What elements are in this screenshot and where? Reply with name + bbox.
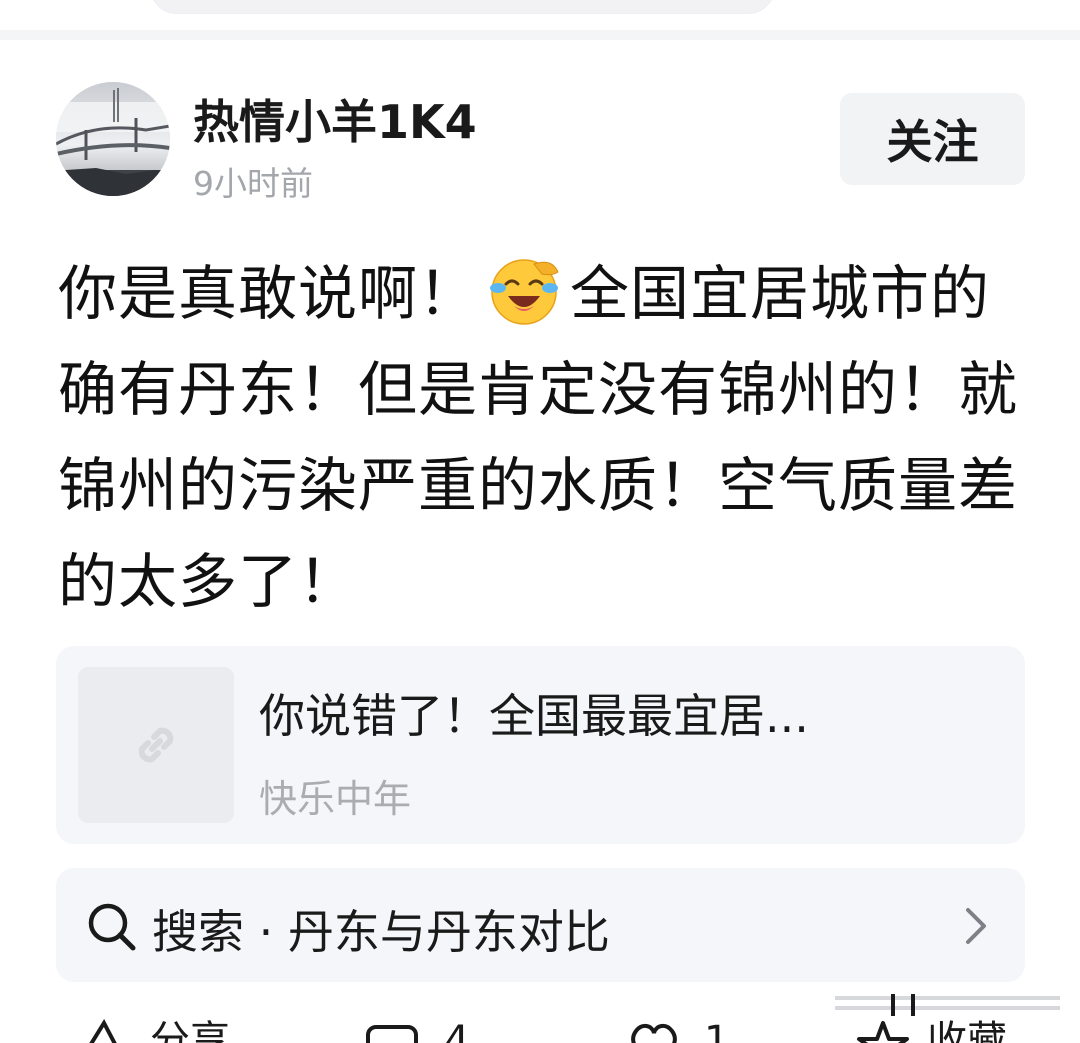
comment-action[interactable]: 4 xyxy=(364,1005,484,1043)
link-source: 快乐中年 xyxy=(259,777,412,821)
search-suggestion-label: 搜索 · 丹东与丹东对比 xyxy=(152,905,610,959)
like-action[interactable]: 1 xyxy=(626,1005,746,1043)
avatar[interactable] xyxy=(56,82,170,196)
follow-button[interactable]: 关注 xyxy=(840,93,1025,185)
section-divider xyxy=(0,30,1080,40)
like-icon xyxy=(631,1024,677,1043)
like-count: 1 xyxy=(704,1018,730,1043)
link-thumbnail xyxy=(78,667,234,823)
chevron-right-icon xyxy=(966,908,986,944)
search-icon xyxy=(88,903,136,951)
favorite-action[interactable]: 收藏 xyxy=(855,1005,1055,1043)
comment-count: 4 xyxy=(444,1018,470,1043)
post-text: 你是真敢说啊！ 全国宜居城市的确有丹东！但是肯定没有锦州的！就锦州的污染严重的水… xyxy=(58,246,1018,630)
link-icon xyxy=(138,727,174,763)
search-suggestion[interactable]: 搜索 · 丹东与丹东对比 xyxy=(56,868,1025,982)
share-action[interactable]: 分享 xyxy=(74,1005,254,1043)
laughing-crying-emoji-icon xyxy=(482,254,566,326)
post-time: 9小时前 xyxy=(193,164,313,203)
favorite-label: 收藏 xyxy=(927,1018,1007,1043)
share-label: 分享 xyxy=(150,1018,230,1043)
bridge-in-fog-avatar xyxy=(56,82,170,196)
comment-icon xyxy=(366,1025,418,1043)
share-icon xyxy=(89,1019,117,1043)
link-card[interactable]: 你说错了！全国最最宜居... 快乐中年 xyxy=(56,646,1025,844)
post-text-part-1: 你是真敢说啊！ xyxy=(58,259,479,328)
link-title: 你说错了！全国最最宜居... xyxy=(259,689,809,743)
top-search-bar[interactable] xyxy=(150,0,775,14)
star-icon xyxy=(857,1021,909,1043)
author-name[interactable]: 热情小羊1K4 xyxy=(193,86,477,152)
action-bar: 分享 4 1 收藏 xyxy=(0,1005,1080,1043)
